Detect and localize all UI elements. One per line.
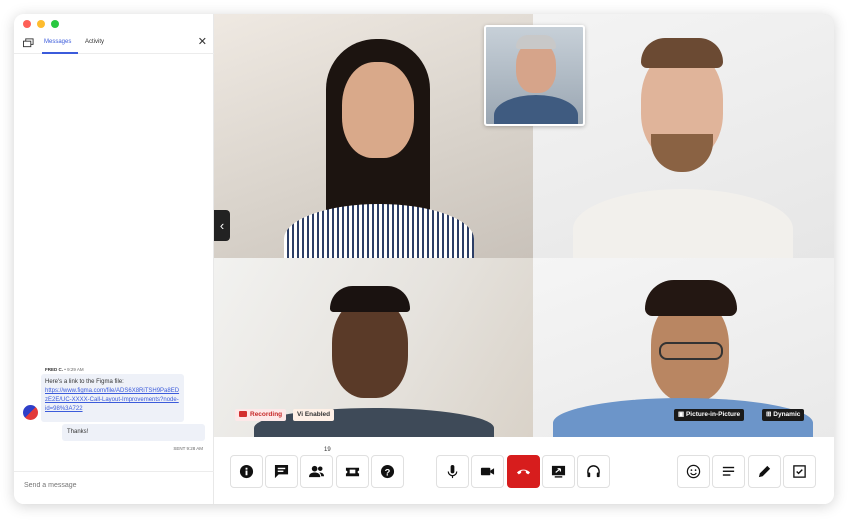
recording-label: Recording [250, 411, 283, 418]
reply-text: Thanks! [67, 429, 89, 435]
participant-shirt [254, 408, 494, 437]
participants-button[interactable] [300, 455, 333, 488]
help-button[interactable]: ? [371, 455, 404, 488]
annotate-button[interactable] [748, 455, 781, 488]
hang-up-button[interactable] [507, 455, 540, 488]
video-stage: ‹ Recording Vi Enabled ▣ Picture-in-Pict… [214, 14, 834, 437]
svg-text:?: ? [385, 467, 391, 477]
help-icon: ? [380, 464, 395, 479]
ticket-icon [345, 467, 360, 477]
picture-in-picture-button[interactable]: ▣ Picture-in-Picture [674, 409, 745, 421]
sidebar-tabs: Messages Activity ✕ [14, 34, 214, 54]
headset-button[interactable] [577, 455, 610, 488]
message-time: • 9:29 AM [64, 367, 84, 372]
ticket-button[interactable] [336, 455, 369, 488]
info-icon [239, 464, 254, 479]
participant-hair [330, 286, 410, 312]
chat-icon [274, 464, 289, 479]
close-window-button[interactable] [23, 20, 31, 28]
tab-activity[interactable]: Activity [85, 39, 104, 45]
participant-face [332, 298, 408, 398]
participants-icon [309, 465, 324, 478]
call-window: Messages Activity ✕ FRED C. • 9:29 AM He… [14, 14, 834, 504]
pip-label: Picture-in-Picture [685, 411, 741, 418]
participant-hair [641, 38, 723, 68]
message-sender: FRED C. [45, 367, 63, 372]
dynamic-layout-button[interactable]: ⊞ Dynamic [762, 409, 805, 421]
message-meta: FRED C. • 9:29 AM [45, 367, 84, 372]
emoji-icon [686, 464, 701, 479]
close-icon[interactable]: ✕ [198, 37, 207, 48]
sent-status: SENT 9:28 AM [173, 446, 203, 451]
picture-in-picture-tile[interactable] [484, 25, 585, 126]
dynamic-label: Dynamic [773, 411, 801, 418]
microphone-button[interactable] [436, 455, 469, 488]
chat-sidebar: Messages Activity ✕ FRED C. • 9:29 AM He… [14, 14, 214, 504]
active-tab-indicator [42, 52, 78, 54]
vi-label: Vi [297, 411, 304, 418]
call-toolbar: 19 ? [214, 437, 834, 504]
headset-icon [587, 465, 600, 478]
participant-glasses [659, 342, 723, 360]
figma-link[interactable]: https://www.figma.com/file/ADS6X8RiTSH9P… [45, 387, 180, 414]
vi-enabled-badge: Vi Enabled [293, 409, 335, 421]
checklist-icon [793, 465, 806, 478]
minimize-window-button[interactable] [37, 20, 45, 28]
pip-icon: ▣ [678, 411, 685, 418]
camera-button[interactable] [471, 455, 504, 488]
participant-shirt [573, 189, 793, 258]
window-controls [23, 20, 59, 28]
compose-area [14, 471, 214, 504]
message-text: Here's a link to the Figma file: [45, 379, 124, 385]
recording-badge: Recording [235, 409, 287, 421]
participant-hair [645, 280, 737, 316]
hang-up-icon [516, 469, 531, 475]
microphone-icon [447, 464, 458, 479]
participant-beard [651, 134, 713, 172]
notes-icon [722, 466, 735, 476]
screen-share-icon [551, 465, 566, 478]
notes-button[interactable] [712, 455, 745, 488]
pip-shirt [494, 95, 578, 124]
tab-messages[interactable]: Messages [44, 39, 71, 45]
reply-bubble: Thanks! [62, 424, 205, 441]
pip-hair [516, 35, 556, 49]
camera-icon [480, 467, 495, 476]
info-button[interactable] [230, 455, 263, 488]
emoji-button[interactable] [677, 455, 710, 488]
participant-face-front [342, 62, 414, 158]
participants-count: 19 [324, 447, 331, 453]
avatar [23, 405, 38, 420]
recording-icon [239, 411, 247, 417]
grid-icon: ⊞ [766, 411, 772, 418]
enabled-label: Enabled [304, 411, 331, 418]
screen-share-button[interactable] [542, 455, 575, 488]
popout-icon[interactable] [23, 38, 34, 48]
message-bubble: Here's a link to the Figma file: https:/… [41, 374, 184, 422]
chat-button[interactable] [265, 455, 298, 488]
message-input[interactable] [24, 482, 204, 489]
pencil-icon [758, 465, 771, 478]
maximize-window-button[interactable] [51, 20, 59, 28]
collapse-sidebar-button[interactable]: ‹ [214, 210, 230, 241]
participant-shirt [284, 204, 474, 258]
tasks-button[interactable] [783, 455, 816, 488]
